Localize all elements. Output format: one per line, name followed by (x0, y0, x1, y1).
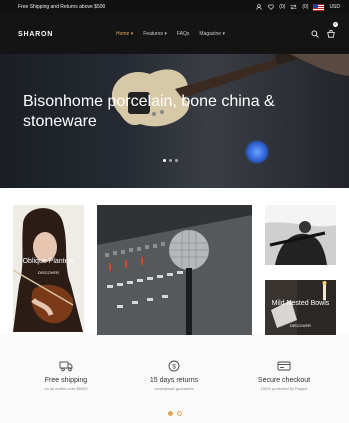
compare-icon[interactable] (290, 4, 297, 11)
nested-bowls-image (265, 280, 336, 339)
cart-count-badge: 0 (333, 22, 338, 27)
menu-item-faqs[interactable]: FAQs (177, 31, 190, 37)
promo-text: Free Shipping and Returns above $500 (18, 4, 106, 10)
heart-icon[interactable] (267, 4, 274, 11)
menu-item-magazine[interactable]: Magazine ▾ (199, 31, 225, 37)
nav-icons: 0 (311, 22, 338, 43)
hero-title: Bisonhome porcelain, bone china & stonew… (23, 93, 275, 130)
feature-subtitle: moneyback guarantee (154, 386, 194, 391)
category-card-top-right[interactable] (265, 205, 336, 265)
top-bar: Free Shipping and Returns above $500 (0)… (0, 0, 349, 14)
compare-count[interactable]: (0) (302, 4, 308, 10)
card-title: Mild Nested Bowls (271, 300, 330, 307)
feature-returns: $ 15 days returns moneyback guarantee (124, 359, 224, 391)
category-grid: Oblique Planters DISCOVER Mild Nested Bo… (0, 205, 349, 355)
feature-subtitle: 100% protected by Paypal (260, 386, 308, 391)
main-navigation: SHARON Home ▾ Features ▾ FAQs Magazine ▾… (0, 14, 349, 54)
card-discover-link[interactable]: DISCOVER (13, 270, 84, 275)
violinist-image (13, 205, 84, 332)
feature-subtitle: on all orders over $5000 (44, 386, 88, 391)
guitarist-bw-image (265, 205, 336, 265)
card-icon (277, 359, 291, 371)
svg-text:$: $ (172, 363, 176, 370)
truck-icon (59, 359, 73, 372)
logo[interactable]: SHARON (18, 31, 116, 38)
topbar-actions: (0) (0) USD (255, 3, 340, 11)
features-dot-1[interactable] (168, 411, 173, 416)
search-icon[interactable] (311, 25, 319, 43)
category-card-mixer[interactable] (97, 205, 252, 339)
currency-selector[interactable]: USD (329, 4, 340, 10)
card-discover-link[interactable]: DISCOVER (265, 323, 336, 328)
category-card-mild-nested-bowls[interactable]: Mild Nested Bowls DISCOVER (265, 280, 336, 339)
feature-title: Secure checkout (257, 377, 311, 384)
features-pagination (168, 411, 182, 416)
us-flag-icon[interactable] (313, 3, 325, 11)
main-menu: Home ▾ Features ▾ FAQs Magazine ▾ (116, 31, 225, 37)
feature-title: 15 days returns (149, 377, 199, 384)
card-title: Oblique Planters (22, 258, 75, 265)
feature-secure-checkout: Secure checkout 100% protected by Paypal (234, 359, 334, 391)
cart-icon[interactable]: 0 (327, 22, 338, 43)
feature-title: Free shipping (44, 377, 88, 384)
hero-pagination (163, 159, 178, 162)
menu-item-home[interactable]: Home ▾ (116, 31, 133, 37)
menu-item-features[interactable]: Features ▾ (143, 31, 167, 37)
features-dot-2[interactable] (177, 411, 182, 416)
hero-dot-2[interactable] (169, 159, 172, 162)
category-card-oblique-planters[interactable]: Oblique Planters DISCOVER (13, 205, 84, 332)
user-icon[interactable] (255, 4, 262, 11)
stage-light (245, 140, 269, 164)
hero-slider[interactable]: Bisonhome porcelain, bone china & stonew… (0, 54, 349, 188)
dollar-icon: $ (167, 359, 181, 372)
wishlist-count[interactable]: (0) (279, 4, 285, 10)
feature-free-shipping: Free shipping on all orders over $5000 (16, 359, 116, 391)
features-bar: Free shipping on all orders over $5000 $… (0, 335, 349, 423)
hero-dot-3[interactable] (175, 159, 178, 162)
hero-dot-1[interactable] (163, 159, 166, 162)
mixer-microphone-image (97, 205, 252, 339)
